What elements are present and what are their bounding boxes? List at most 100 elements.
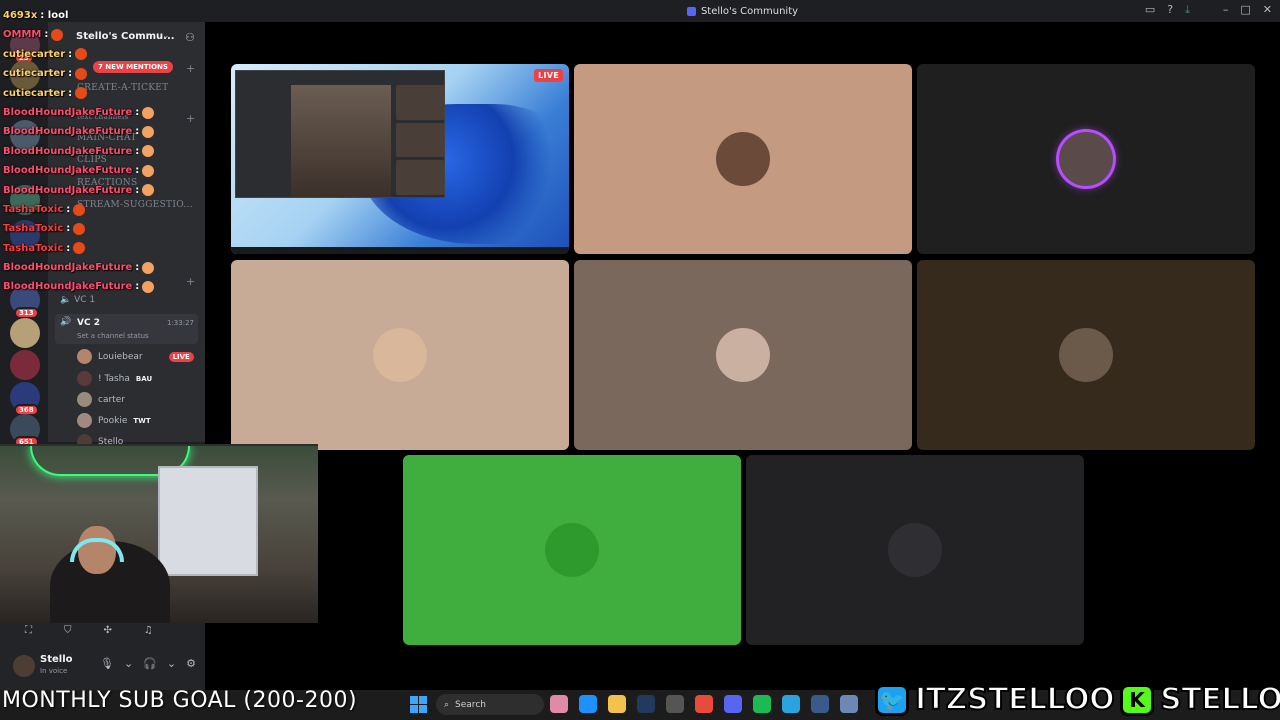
add-member-icon[interactable]: ⚇ [185, 31, 195, 44]
participant-tile[interactable] [574, 260, 912, 450]
chevron-down-icon[interactable]: ⌄ [167, 657, 176, 670]
soundboard-icon[interactable]: ♫ [144, 625, 153, 636]
camera-icon[interactable]: ⛶ [25, 625, 32, 636]
close-button[interactable]: ✕ [1263, 3, 1272, 16]
member-tasha[interactable]: ! Tasha BAU [77, 371, 152, 386]
chat-text: : [135, 281, 140, 293]
chrome-icon[interactable] [695, 695, 713, 713]
edge-icon[interactable] [579, 695, 597, 713]
participant-tile[interactable] [231, 260, 569, 450]
spotify-icon[interactable] [753, 695, 771, 713]
server-icon[interactable] [10, 318, 40, 348]
chat-username: cutiecarter [3, 48, 66, 60]
chat-username: BloodHoundJakeFuture [3, 165, 133, 177]
avatar [77, 413, 92, 428]
chat-username: BloodHoundJakeFuture [3, 106, 133, 118]
add-channel-icon[interactable]: + [186, 112, 195, 125]
activity-icon[interactable]: ✣ [104, 625, 112, 636]
emote-icon [142, 261, 155, 274]
search-placeholder: Search [455, 699, 486, 710]
download-icon[interactable]: ⤓ [1185, 3, 1190, 17]
emote-icon [142, 184, 155, 197]
discord-icon[interactable] [724, 695, 742, 713]
steam-icon[interactable] [637, 695, 655, 713]
emote-icon [75, 87, 88, 100]
kick-icon: K [1120, 683, 1155, 716]
settings-icon[interactable]: ⚙ [186, 657, 196, 670]
chat-username: BloodHoundJakeFuture [3, 281, 133, 293]
emote-icon [73, 222, 86, 235]
channel-status[interactable]: Set a channel status [77, 332, 149, 340]
steam-icon[interactable] [811, 695, 829, 713]
chat-text: : lool [40, 10, 69, 21]
avatar [1059, 328, 1113, 382]
windows-start-icon[interactable] [410, 696, 427, 713]
avatar [77, 371, 92, 386]
chevron-down-icon[interactable]: ⌄ [162, 31, 170, 41]
discord-icon [686, 6, 696, 16]
chat-message: BloodHoundJakeFuture: [3, 103, 155, 122]
chat-text: : [135, 184, 140, 196]
screenshare-tile[interactable]: LIVE [231, 64, 569, 254]
chat-text: : [66, 203, 71, 215]
title-actions: ▭ ? ⤓ [1145, 3, 1190, 17]
shared-taskbar [231, 247, 569, 254]
member-louiebear[interactable]: Louiebear LIVE [77, 349, 194, 364]
inbox-icon[interactable]: ▭ [1145, 3, 1155, 17]
emote-icon [73, 242, 86, 255]
participant-tile[interactable] [917, 64, 1255, 254]
sub-goal-overlay: MONTHLY SUB GOAL (200-200) [2, 688, 358, 713]
obs-icon[interactable] [666, 695, 684, 713]
social-handles: 🐦 ITZSTELLOO K STELLOOO [875, 681, 1280, 718]
participant-tile[interactable] [403, 455, 741, 645]
server-icon[interactable]: 368 [10, 382, 40, 416]
chat-text: : [135, 165, 140, 177]
chat-text: : [66, 242, 71, 254]
member-name: Louiebear [98, 351, 143, 362]
chat-text: : [44, 29, 49, 41]
search-icon: ⌕ [444, 699, 450, 710]
add-channel-icon[interactable]: + [186, 62, 195, 75]
minimize-button[interactable]: – [1223, 3, 1229, 16]
avatar [716, 328, 770, 382]
headphones-icon[interactable]: 🎧 [143, 657, 157, 670]
screen-share-icon[interactable]: ⛉ [64, 625, 72, 636]
folder-icon[interactable] [608, 695, 626, 713]
shared-window [235, 70, 445, 198]
chat-message: TashaToxic: [3, 239, 154, 258]
maximize-button[interactable]: □ [1240, 3, 1250, 16]
avatar [373, 328, 427, 382]
emote-icon [75, 48, 88, 61]
participant-tile[interactable] [574, 64, 912, 254]
app-icon[interactable] [840, 695, 858, 713]
server-icon[interactable] [10, 350, 40, 380]
help-icon[interactable]: ? [1167, 3, 1173, 17]
twitter-icon: 🐦 [875, 683, 909, 716]
telegram-icon[interactable] [782, 695, 800, 713]
taskbar-search[interactable]: ⌕ Search [436, 694, 544, 715]
chat-text: : [68, 48, 73, 60]
chevron-down-icon[interactable]: ⌄ [124, 657, 133, 670]
participant-thumb [396, 122, 444, 158]
flower-icon[interactable] [550, 695, 568, 713]
emote-icon [142, 281, 155, 294]
user-controls: 🎙 ⌄ 🎧 ⌄ ⚙ [100, 657, 196, 670]
voice-controls: ⛶ ⛉ ✣ ♫ [25, 625, 153, 636]
member-carter[interactable]: carter [77, 392, 125, 407]
microphone-icon[interactable]: 🎙 [100, 657, 114, 670]
chat-text: : [135, 145, 140, 157]
chat-message: TashaToxic: [3, 200, 154, 219]
add-channel-icon[interactable]: + [186, 275, 195, 288]
user-panel: ⛶ ⛉ ✣ ♫ Stello In voice 🎙 ⌄ 🎧 ⌄ ⚙ [0, 623, 205, 690]
server-icon[interactable]: 651 [10, 414, 40, 448]
avatar [888, 523, 942, 577]
member-pookie[interactable]: Pookie TWT [77, 413, 151, 428]
username: Stello [40, 654, 73, 665]
taskbar-apps [550, 695, 858, 713]
vc2-label: VC 2 [77, 318, 100, 328]
chat-username: TashaToxic [3, 242, 64, 254]
participant-tile[interactable] [917, 260, 1255, 450]
participant-tile[interactable] [746, 455, 1084, 645]
voice-channel-vc2[interactable]: 🔊 VC 2 1:33:27 Set a channel status [55, 314, 198, 344]
avatar[interactable] [13, 655, 35, 677]
